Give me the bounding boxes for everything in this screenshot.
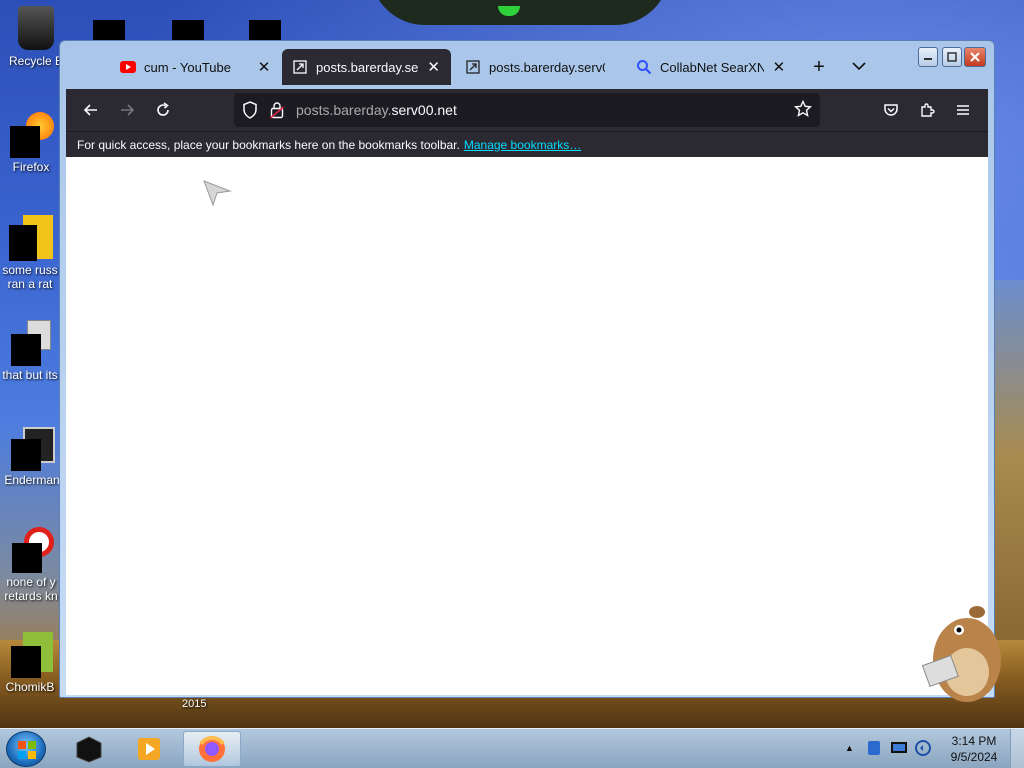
cursor-arrow-icon: [203, 180, 232, 207]
documents-icon: [9, 320, 51, 366]
bookmark-star-icon[interactable]: [793, 99, 813, 123]
tray-expand-icon[interactable]: ▲: [845, 743, 854, 753]
taskbar-app-terminal[interactable]: [60, 731, 118, 767]
desktop-icon-label: none of y: [6, 575, 56, 589]
clock-time: 3:14 PM: [951, 734, 997, 748]
page-content[interactable]: [66, 157, 988, 695]
opera-icon: [10, 527, 54, 573]
redacted-icon: [172, 20, 204, 42]
search-icon: [636, 59, 652, 75]
desktop-icon-label: ran a rat: [7, 277, 53, 291]
desktop-icon-label: some russ: [2, 263, 58, 277]
network-icon[interactable]: [890, 740, 908, 761]
firefox-icon: [10, 112, 54, 158]
reload-button[interactable]: [150, 97, 176, 123]
navigation-toolbar: posts.barerday.serv00.net: [66, 89, 988, 131]
tab-searxng[interactable]: CollabNet SearXNG ✕: [626, 49, 796, 85]
close-icon[interactable]: ✕: [772, 58, 786, 76]
desktop-icon-firefox[interactable]: Firefox: [0, 112, 63, 174]
hamster-gadget: [921, 606, 1001, 702]
bookmarks-toolbar: For quick access, place your bookmarks h…: [66, 131, 988, 157]
bookmarks-hint: For quick access, place your bookmarks h…: [77, 137, 460, 152]
forward-button[interactable]: [114, 97, 140, 123]
tray-app-icon[interactable]: [866, 740, 882, 761]
url-bar[interactable]: posts.barerday.serv00.net: [234, 93, 820, 127]
desktop-icon-label: retards kn: [4, 589, 58, 603]
desktop-icon-label: Firefox: [12, 160, 50, 174]
taskbar-app-media-player[interactable]: [120, 731, 178, 767]
maximize-icon: [947, 52, 957, 62]
arrow-left-icon: [83, 104, 97, 116]
windows-logo-icon: [18, 741, 36, 759]
tab-youtube[interactable]: cum - YouTube ✕: [110, 49, 282, 85]
minimize-button[interactable]: [918, 47, 938, 67]
desktop-icon-label: ChomikB: [5, 680, 55, 694]
terminal-icon: [76, 736, 102, 763]
gadget-indicator: [498, 6, 520, 16]
media-player-icon: [138, 738, 160, 760]
taskbar: ▲ 3:14 PM 9/5/2024: [0, 728, 1024, 768]
clock[interactable]: 3:14 PM 9/5/2024: [946, 733, 1002, 765]
desktop-icon-folder[interactable]: that but its: [0, 320, 62, 382]
firefox-icon: [199, 736, 225, 762]
tab-title: posts.barerday.serv00.: [489, 59, 605, 75]
video-file-icon: [9, 215, 53, 261]
desktop-icon-label: Recycle B: [8, 54, 64, 68]
desktop-year-label: 2015: [182, 698, 207, 710]
desktop-icon-enderman[interactable]: Enderman: [0, 425, 64, 487]
insecure-lock-icon[interactable]: [269, 101, 285, 124]
tab-posts-active[interactable]: posts.barerday.serv00. ✕: [282, 49, 451, 85]
app-window-icon: [11, 425, 55, 471]
youtube-icon: [120, 61, 136, 73]
arrow-right-icon: [121, 104, 135, 116]
close-window-button[interactable]: [964, 47, 986, 67]
redacted-icon: [249, 20, 281, 42]
browser-window: cum - YouTube ✕ posts.barerday.serv00. ✕…: [59, 40, 995, 698]
start-button[interactable]: [6, 731, 46, 767]
redacted-icon: [93, 20, 125, 42]
page-icon: [292, 59, 308, 75]
desktop-icon-chomik[interactable]: ChomikB: [0, 632, 62, 694]
chomik-icon: [9, 632, 53, 678]
desktop-icon-label: that but its: [2, 368, 58, 382]
taskbar-app-firefox[interactable]: [183, 731, 241, 767]
recycle-bin-icon: [15, 6, 57, 50]
minimize-icon: [924, 58, 932, 60]
puzzle-icon: [921, 103, 935, 117]
tab-title: cum - YouTube: [144, 59, 231, 75]
shield-icon[interactable]: [242, 101, 258, 124]
hamburger-icon: [957, 105, 969, 115]
desktop-icon-label: Enderman: [4, 473, 60, 487]
close-icon[interactable]: ✕: [256, 58, 272, 76]
menu-button[interactable]: [950, 97, 976, 123]
pocket-icon: [884, 104, 898, 116]
plus-icon: +: [813, 55, 825, 78]
reload-icon: [157, 102, 169, 116]
desktop-icon-video[interactable]: some russ ran a rat: [0, 215, 62, 291]
url-prefix: posts.barerday.: [296, 102, 392, 118]
close-icon: [970, 52, 980, 62]
manage-bookmarks-link[interactable]: Manage bookmarks…: [464, 138, 581, 152]
extensions-button[interactable]: [914, 97, 940, 123]
url-text[interactable]: posts.barerday.serv00.net: [296, 102, 457, 118]
desktop-icon-media[interactable]: none of y retards kn: [0, 527, 63, 603]
back-button[interactable]: [78, 97, 104, 123]
tab-bar: cum - YouTube ✕ posts.barerday.serv00. ✕…: [68, 47, 988, 89]
chevron-down-icon: [852, 58, 866, 76]
show-desktop-button[interactable]: [1010, 729, 1024, 768]
tab-posts[interactable]: posts.barerday.serv00.: [455, 49, 621, 85]
pocket-button[interactable]: [878, 97, 904, 123]
volume-icon[interactable]: [914, 739, 932, 762]
close-icon[interactable]: ✕: [426, 58, 441, 76]
new-tab-button[interactable]: +: [804, 49, 834, 85]
top-gadget: [370, 0, 670, 25]
tab-title: posts.barerday.serv00.: [316, 59, 419, 75]
clock-date: 9/5/2024: [950, 750, 998, 764]
url-domain: serv00.net: [391, 102, 457, 118]
maximize-button[interactable]: [942, 47, 962, 67]
tab-title: CollabNet SearXNG: [660, 59, 764, 75]
tab-list-button[interactable]: [844, 49, 874, 85]
page-icon: [465, 59, 481, 75]
